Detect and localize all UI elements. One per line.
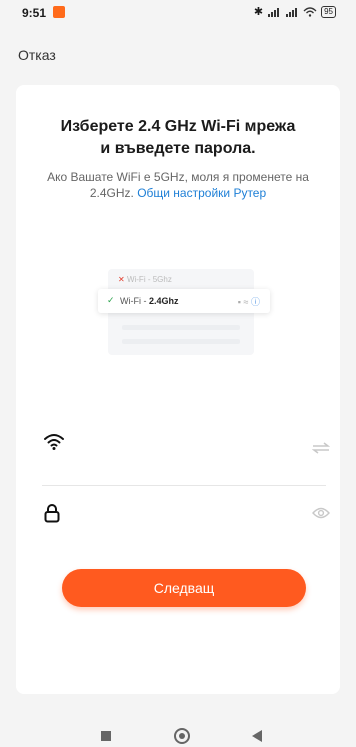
recents-button[interactable]	[101, 731, 111, 741]
router-settings-link[interactable]: Общи настройки Рутер	[137, 186, 266, 200]
system-nav-bar	[0, 722, 356, 747]
status-bar: 9:51 ✱ 95	[0, 0, 356, 26]
cancel-button[interactable]: Отказ	[18, 47, 56, 63]
illustration-row-5ghz: ✕ Wi-Fi - 5Ghz	[118, 275, 172, 284]
info-icon: ⓘ	[250, 297, 260, 307]
title-line-2: и въведете парола.	[100, 140, 256, 157]
back-button[interactable]	[252, 730, 262, 742]
illustration-row-icons: ▪ ≈ ⓘ	[238, 295, 260, 308]
title-line-1: Изберете 2.4 GHz Wi-Fi мрежа	[60, 118, 296, 135]
wifi-icon	[44, 434, 64, 450]
eye-icon[interactable]	[312, 507, 330, 519]
signal-icon	[268, 7, 280, 17]
illustration-placeholder-line	[122, 325, 240, 330]
battery-icon: 95	[321, 5, 336, 18]
illustration-row-24ghz: ✓ Wi-Fi - 2.4Ghz ▪ ≈ ⓘ	[98, 289, 270, 313]
next-button[interactable]: Следващ	[62, 569, 306, 607]
wifi-status-icon	[303, 6, 317, 17]
status-time: 9:51	[22, 6, 47, 20]
system-icons: ✱ 95	[254, 5, 336, 18]
home-button[interactable]	[174, 728, 190, 744]
page-title: Изберете 2.4 GHz Wi-Fi мрежа и въведете …	[16, 116, 340, 160]
illustration-placeholder-line	[122, 339, 240, 344]
signal-icon	[286, 7, 298, 17]
field-divider	[42, 485, 326, 486]
wifi-small-icon: ≈	[243, 297, 249, 307]
close-icon: ✕	[118, 275, 125, 284]
wifi-band-illustration: ✕ Wi-Fi - 5Ghz ✓ Wi-Fi - 2.4Ghz ▪ ≈ ⓘ	[98, 269, 270, 355]
check-icon: ✓	[107, 295, 115, 305]
lock-icon	[44, 504, 60, 523]
wifi-setup-card: Изберете 2.4 GHz Wi-Fi мрежа и въведете …	[16, 85, 340, 694]
lock-small-icon: ▪	[237, 297, 241, 307]
bluetooth-icon: ✱	[253, 6, 264, 18]
swap-icon[interactable]	[312, 442, 330, 454]
subtitle: Ако Вашате WiFi е 5GHz, моля я променете…	[26, 169, 330, 201]
notification-icon	[53, 6, 65, 18]
